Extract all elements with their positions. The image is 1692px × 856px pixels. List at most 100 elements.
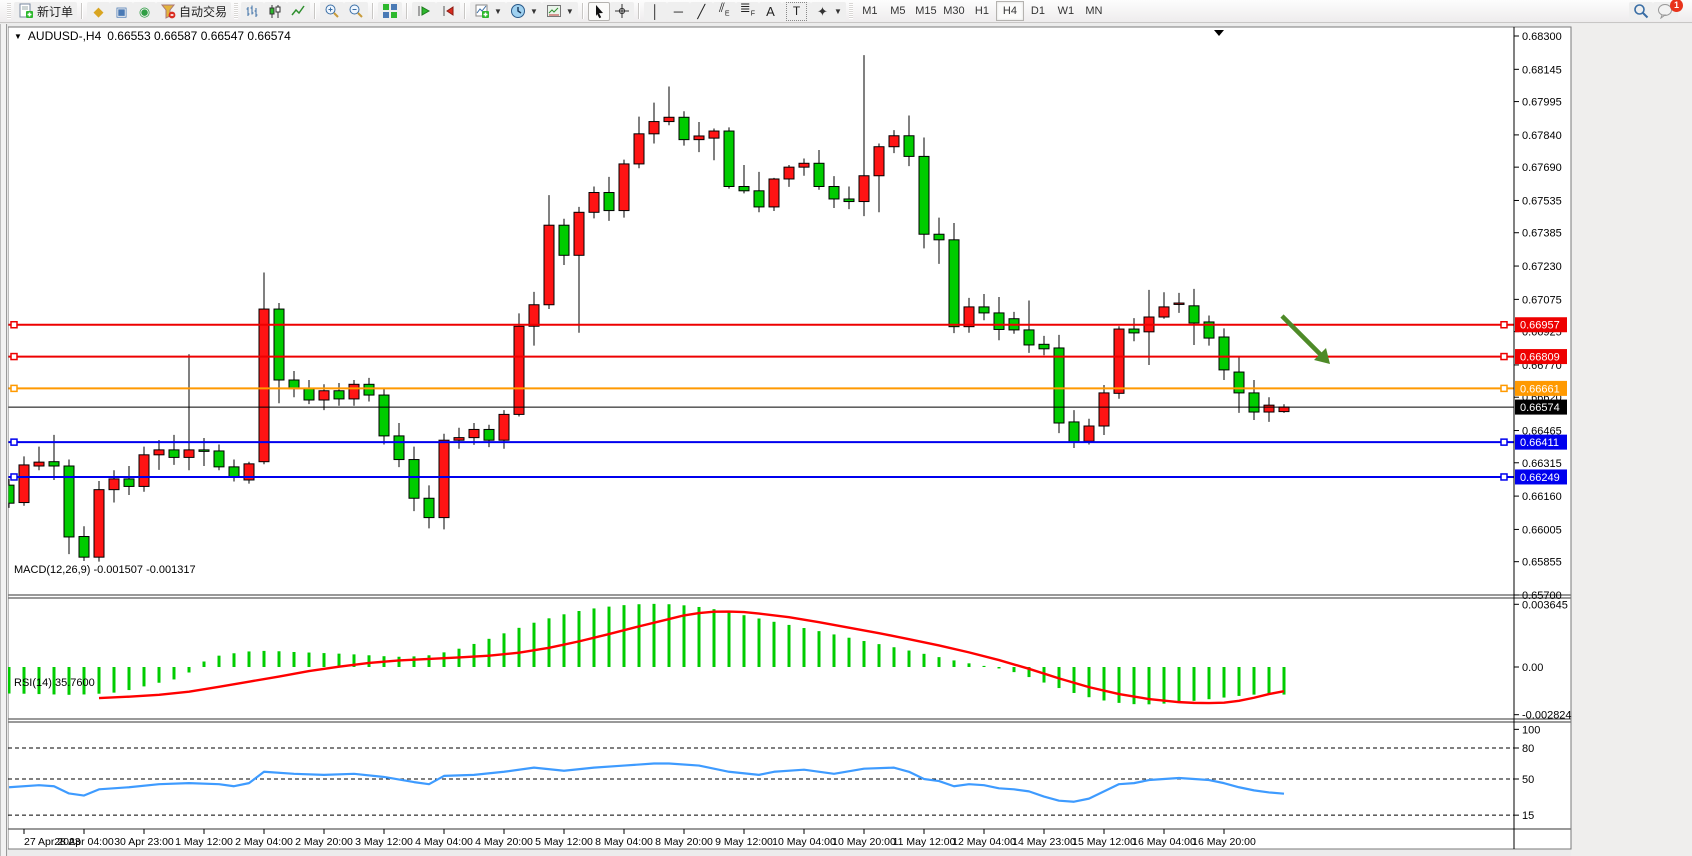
line-handle[interactable] (1501, 385, 1507, 391)
chart-shift-button[interactable] (436, 2, 460, 21)
chart-canvas[interactable]: 0.683000.681450.679950.678400.676900.675… (0, 24, 1692, 856)
candle-body (1189, 306, 1199, 323)
line-handle[interactable] (1501, 474, 1507, 480)
line-handle[interactable] (1501, 322, 1507, 328)
candle-body (934, 234, 944, 240)
equidistant-channel-tool[interactable]: ⫽E (713, 2, 736, 21)
candlestick-chart-button[interactable] (264, 2, 287, 21)
text-label-tool[interactable]: T (782, 2, 811, 21)
vertical-line-icon: │ (648, 3, 663, 20)
price-tick-label: 0.68145 (1522, 64, 1562, 76)
candle-body (529, 305, 539, 327)
timeframe-m30[interactable]: M30 (940, 1, 968, 21)
timeframe-mn[interactable]: MN (1080, 1, 1108, 21)
price-tick-label: 0.66315 (1522, 458, 1562, 470)
macd-indicator-label: MACD(12,26,9) -0.001507 -0.001317 (14, 564, 196, 576)
new-order-button[interactable]: 新订单 (14, 2, 77, 21)
candle-body (334, 391, 344, 399)
candle-body (109, 479, 119, 490)
timeframe-m15[interactable]: M15 (912, 1, 940, 21)
window-left-edge (0, 24, 8, 856)
candle-body (544, 225, 554, 305)
line-chart-button[interactable] (287, 2, 310, 21)
autotrading-button[interactable]: 自动交易 (156, 2, 231, 21)
price-tick-label: 0.67535 (1522, 195, 1562, 207)
text-tool[interactable]: A (759, 2, 782, 21)
line-handle[interactable] (11, 385, 17, 391)
candle-body (619, 164, 629, 211)
price-tick-label: 0.67230 (1522, 261, 1562, 273)
cursor-tool-button[interactable] (588, 2, 610, 21)
tile-windows-button[interactable] (378, 2, 402, 21)
search-button[interactable] (1629, 2, 1653, 21)
timeframe-h4[interactable]: H4 (996, 1, 1024, 21)
line-handle[interactable] (11, 322, 17, 328)
toolbar-grip[interactable] (7, 3, 11, 19)
candle-body (1024, 330, 1034, 345)
horizontal-line-tool[interactable]: ─ (667, 2, 690, 21)
candle-body (634, 134, 644, 164)
date-tick-label: 14 May 23:00 (1012, 836, 1076, 848)
chart-title-bar: ▼ AUDUSD-,H4 0.66553 0.66587 0.66547 0.6… (14, 29, 291, 43)
zoom-in-button[interactable] (320, 2, 344, 21)
timeframe-d1[interactable]: D1 (1024, 1, 1052, 21)
candle-body (499, 414, 509, 440)
fibonacci-tool[interactable]: ≣F (736, 2, 759, 21)
chart-shift-icon (440, 4, 456, 18)
templates-icon (546, 3, 562, 19)
notifications-button[interactable]: 1 (1653, 2, 1678, 21)
macd-axis-label: 0.003645 (1522, 599, 1568, 611)
new-chart-button[interactable]: ◆ (87, 2, 110, 21)
trendline-icon: ╱ (694, 3, 709, 20)
crosshair-tool-button[interactable] (610, 2, 634, 21)
periods-button[interactable]: ▼ (506, 2, 542, 21)
timeframe-w1[interactable]: W1 (1052, 1, 1080, 21)
candle-body (979, 307, 989, 313)
cursor-icon (592, 4, 606, 19)
candle-body (1159, 307, 1169, 317)
line-handle[interactable] (1501, 354, 1507, 360)
price-tag-label: 0.66411 (1520, 437, 1559, 449)
rsi-axis-label: 80 (1522, 743, 1534, 755)
profiles-button[interactable]: ▣ (110, 2, 133, 21)
chart-ohlc-values: 0.66553 0.66587 0.66547 0.66574 (107, 29, 291, 43)
timeframe-toolbar: M1M5M15M30H1H4D1W1MN (856, 1, 1108, 21)
candle-body (1249, 393, 1259, 412)
toolbar-grip[interactable] (234, 3, 238, 19)
chevron-down-icon[interactable]: ▼ (14, 32, 22, 41)
autotrading-label: 自动交易 (179, 3, 227, 20)
bar-chart-button[interactable] (241, 2, 264, 21)
candle-body (1069, 422, 1079, 442)
candle-body (424, 498, 434, 517)
line-handle[interactable] (1501, 439, 1507, 445)
indicators-button[interactable]: ▼ (470, 2, 506, 21)
auto-scroll-button[interactable] (412, 2, 436, 21)
date-tick-label: 4 May 20:00 (475, 836, 533, 848)
candle-body (1039, 344, 1049, 349)
autotrading-icon (160, 3, 176, 19)
candle-body (574, 212, 584, 255)
trendline-tool[interactable]: ╱ (690, 2, 713, 21)
zoom-in-icon (324, 3, 340, 19)
price-tag-label: 0.66957 (1520, 320, 1560, 332)
market-watch-button[interactable]: ◉ (133, 2, 156, 21)
vertical-line-tool[interactable]: │ (644, 2, 667, 21)
timeframe-h1[interactable]: H1 (968, 1, 996, 21)
candle-body (319, 391, 329, 400)
line-handle[interactable] (11, 439, 17, 445)
date-tick-label: 10 May 04:00 (772, 836, 836, 848)
line-handle[interactable] (11, 474, 17, 480)
timeframe-m1[interactable]: M1 (856, 1, 884, 21)
toolbar-separator (464, 3, 466, 19)
timeframe-m5[interactable]: M5 (884, 1, 912, 21)
toolbar-grip[interactable] (849, 3, 853, 19)
zoom-out-button[interactable] (344, 2, 368, 21)
dropdown-caret: ▼ (566, 7, 574, 16)
line-handle[interactable] (11, 354, 17, 360)
arrows-tool[interactable]: ✦▼ (811, 2, 846, 21)
price-tag-label: 0.66574 (1520, 402, 1560, 414)
templates-button[interactable]: ▼ (542, 2, 578, 21)
candle-body (289, 380, 299, 389)
macd-axis-label: 0.00 (1522, 662, 1543, 674)
price-tick-label: 0.68300 (1522, 31, 1562, 43)
